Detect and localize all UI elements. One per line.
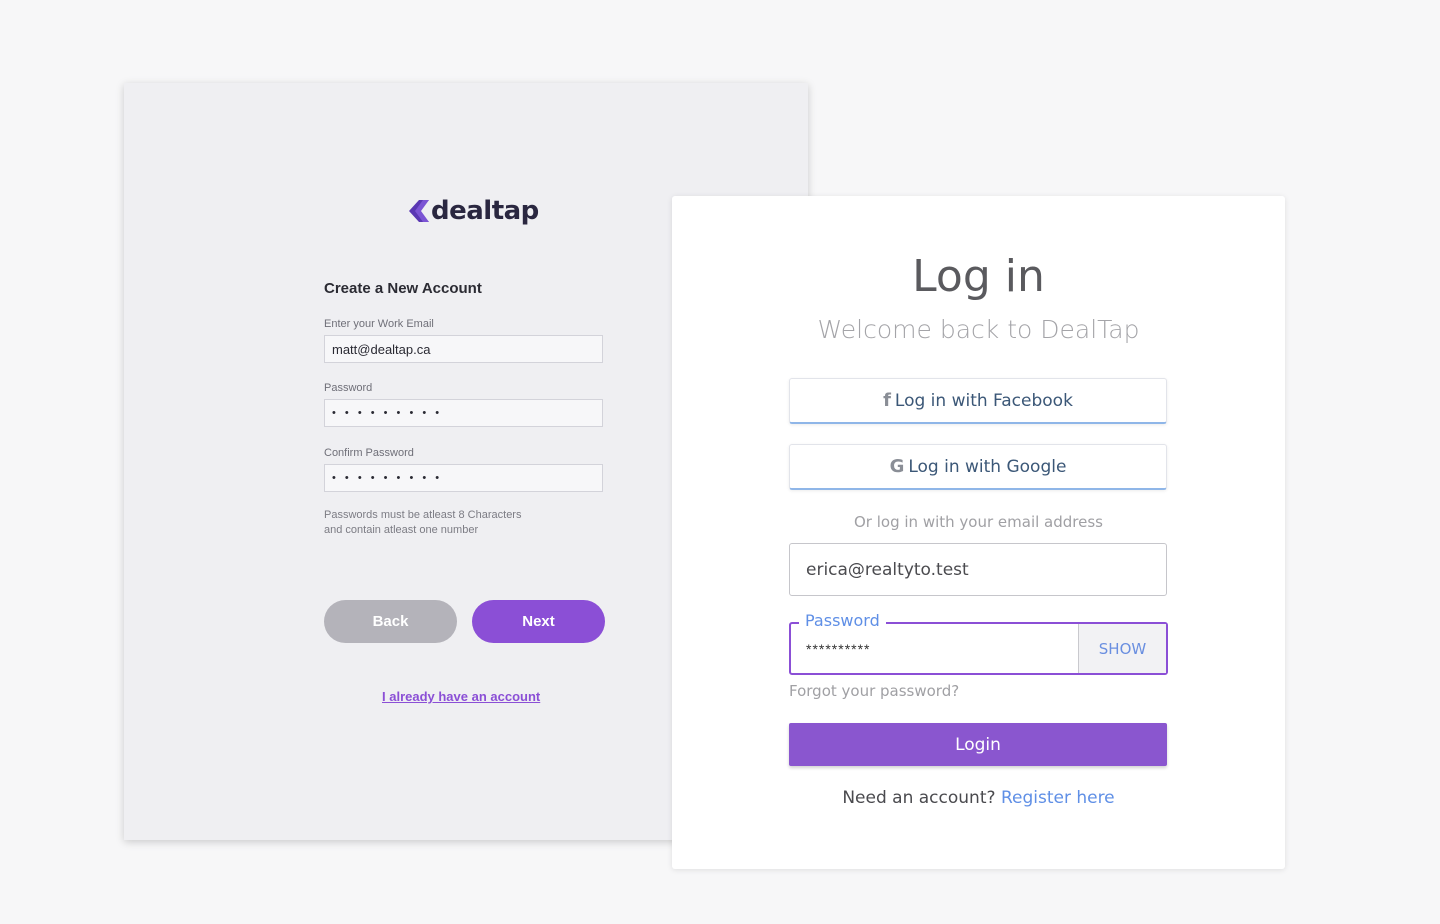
login-button[interactable]: Login (789, 723, 1167, 766)
password-field[interactable]: • • • • • • • • • (324, 399, 603, 427)
hint-line-2: and contain atleast one number (324, 524, 479, 536)
password-label: Password (324, 382, 373, 394)
google-login-label: Log in with Google (908, 456, 1067, 477)
google-icon: G (889, 456, 905, 477)
signup-title: Create a New Account (324, 280, 482, 297)
work-email-field[interactable]: matt@dealtap.ca (324, 335, 603, 363)
already-have-account-link[interactable]: I already have an account (382, 689, 540, 704)
password-input[interactable]: ********** (791, 624, 1078, 673)
need-account-text: Need an account? (842, 788, 996, 808)
back-button[interactable]: Back (324, 600, 457, 643)
next-button[interactable]: Next (472, 600, 605, 643)
show-password-button[interactable]: SHOW (1078, 624, 1166, 673)
login-subtitle: Welcome back to DealTap (817, 315, 1140, 344)
facebook-icon: f (883, 390, 891, 411)
confirm-password-label: Confirm Password (324, 447, 414, 459)
facebook-login-label: Log in with Facebook (894, 390, 1073, 411)
email-input[interactable]: erica@realtyto.test (789, 543, 1167, 596)
logo-text: dealtap (431, 196, 539, 226)
forgot-password-link[interactable]: Forgot your password? (789, 682, 959, 700)
hint-line-1: Passwords must be atleast 8 Characters (324, 509, 522, 521)
email-label: Enter your Work Email (324, 318, 434, 330)
or-divider-text: Or log in with your email address (854, 513, 1103, 531)
google-login-button[interactable]: G Log in with Google (789, 444, 1167, 490)
confirm-password-field[interactable]: • • • • • • • • • (324, 464, 603, 492)
chevron-logo-icon (409, 200, 429, 222)
login-title: Log in (912, 251, 1045, 302)
facebook-login-button[interactable]: f Log in with Facebook (789, 378, 1167, 424)
register-link[interactable]: Register here (1001, 788, 1115, 808)
register-prompt: Need an account? Register here (672, 788, 1285, 808)
password-field-label: Password (799, 611, 886, 630)
dealtap-logo: dealtap (408, 196, 539, 226)
password-hint: Passwords must be atleast 8 Characters a… (324, 508, 564, 538)
login-card: Log in Welcome back to DealTap f Log in … (672, 196, 1285, 869)
